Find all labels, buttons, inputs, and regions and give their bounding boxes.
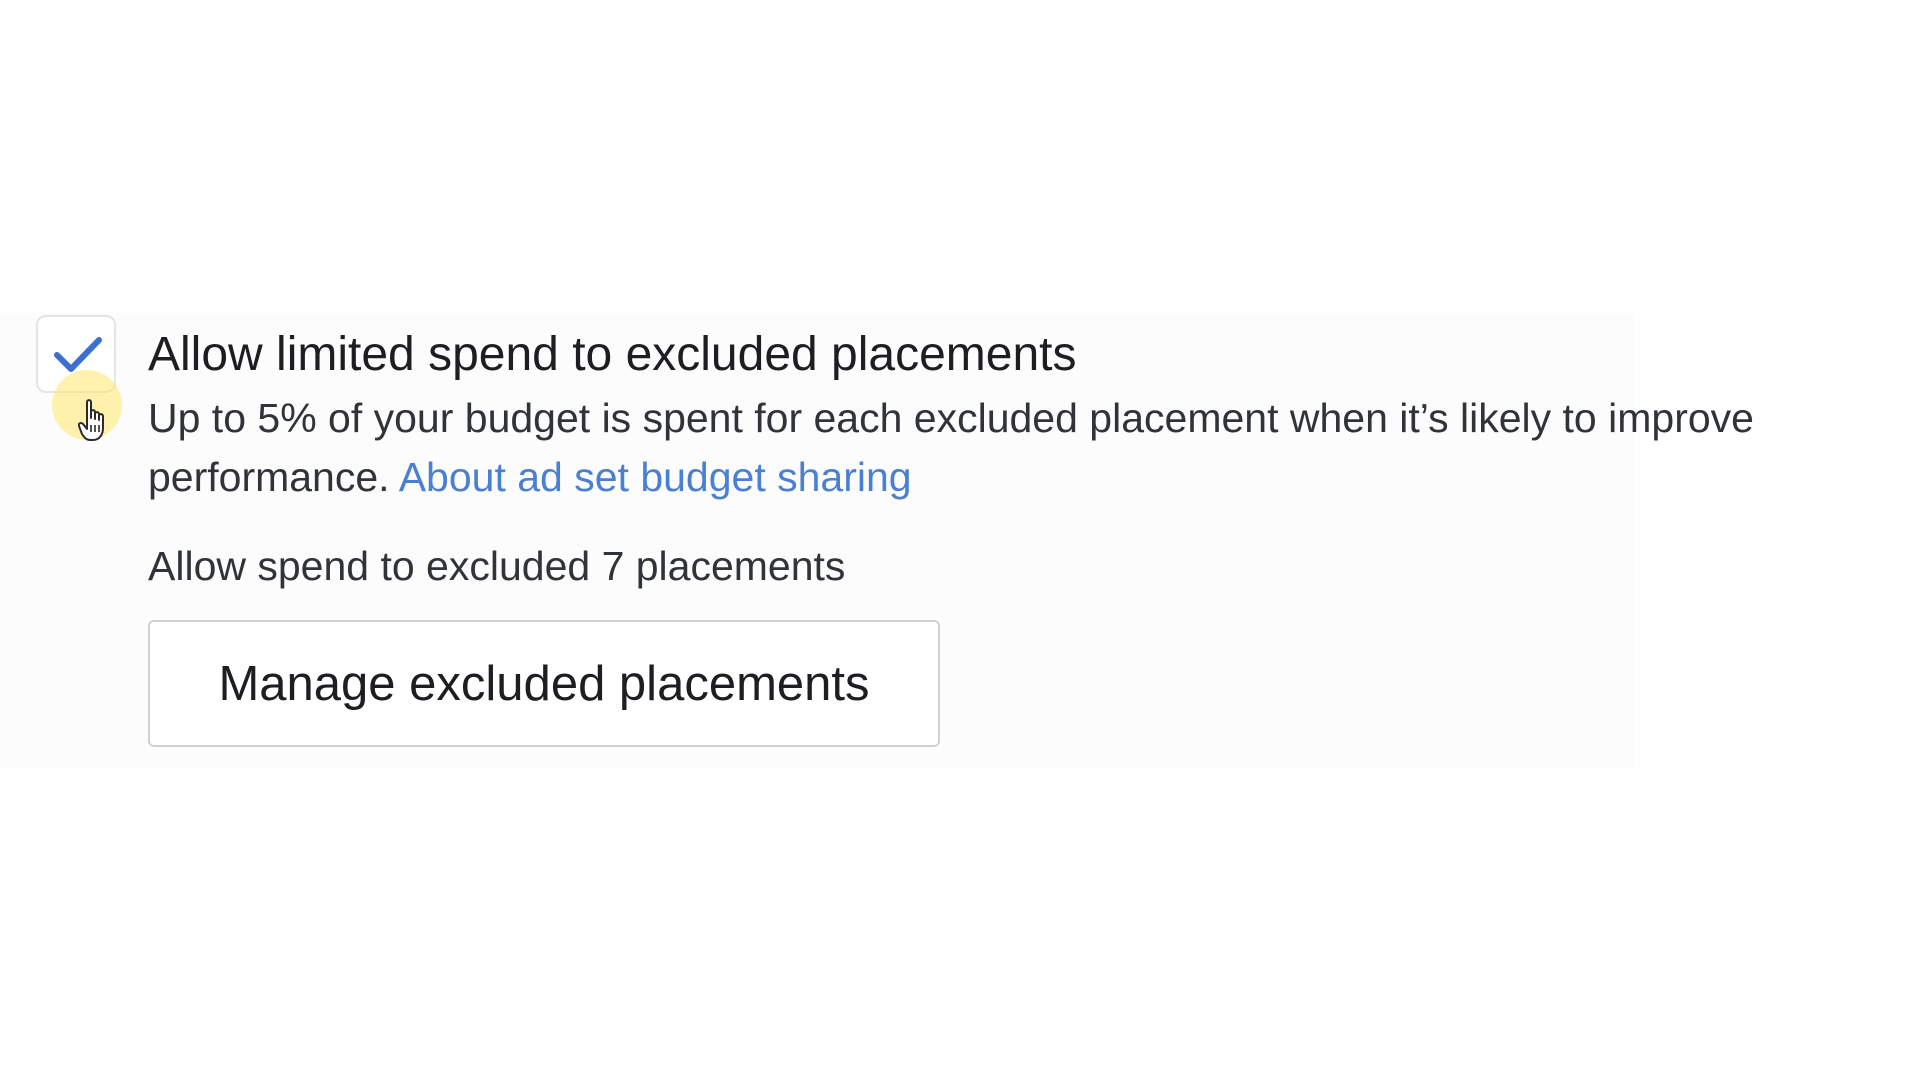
checkmark-icon [54, 337, 102, 372]
setting-description: Up to 5% of your budget is spent for eac… [148, 389, 1888, 507]
description-text: Up to 5% of your budget is spent for eac… [148, 395, 1754, 500]
hand-pointer-icon [78, 399, 104, 441]
excluded-placements-status: Allow spend to excluded 7 placements [148, 543, 846, 589]
about-budget-sharing-link[interactable]: About ad set budget sharing [399, 454, 912, 500]
setting-title: Allow limited spend to excluded placemen… [148, 328, 1077, 381]
manage-excluded-placements-button[interactable]: Manage excluded placements [148, 620, 940, 747]
